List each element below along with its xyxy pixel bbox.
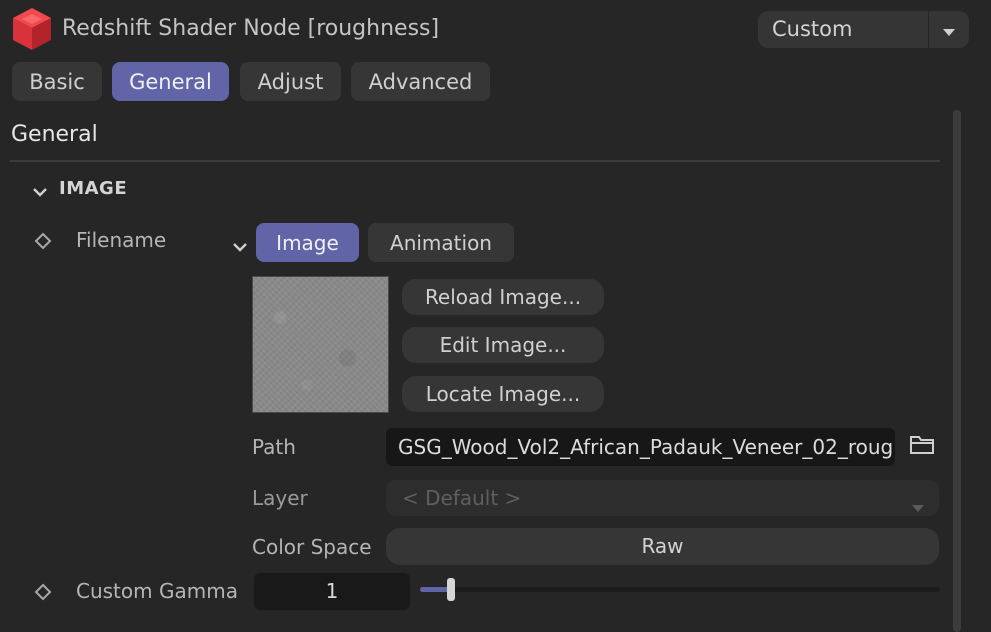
- folder-icon[interactable]: [909, 433, 935, 455]
- tab-animation-mode[interactable]: Animation: [368, 223, 514, 262]
- tab-general[interactable]: General: [112, 62, 229, 101]
- custom-gamma-slider-handle[interactable]: [447, 578, 456, 601]
- locate-image-button[interactable]: Locate Image...: [402, 376, 604, 412]
- group-title-image: IMAGE: [59, 178, 128, 199]
- panel-scrollbar[interactable]: [953, 110, 961, 632]
- custom-gamma-label: Custom Gamma: [76, 579, 238, 603]
- custom-gamma-input[interactable]: 1: [254, 573, 410, 610]
- redshift-cube-icon: [11, 6, 53, 52]
- keyframe-diamond-icon[interactable]: [34, 231, 52, 250]
- path-input[interactable]: GSG_Wood_Vol2_African_Padauk_Veneer_02_r…: [386, 428, 895, 466]
- filename-expand-chevron-icon[interactable]: [232, 234, 248, 252]
- path-label: Path: [252, 435, 296, 459]
- layer-dropdown[interactable]: < Default >: [386, 480, 939, 516]
- filename-label: Filename: [76, 228, 167, 252]
- chevron-down-icon: [942, 18, 956, 42]
- tab-advanced[interactable]: Advanced: [351, 62, 490, 101]
- custom-gamma-slider-track[interactable]: [420, 587, 940, 592]
- edit-image-button[interactable]: Edit Image...: [402, 327, 604, 363]
- group-collapse-chevron-icon[interactable]: [32, 180, 48, 197]
- color-space-label: Color Space: [252, 535, 372, 559]
- tab-image-mode[interactable]: Image: [256, 223, 359, 262]
- section-title: General: [11, 122, 98, 147]
- keyframe-diamond-icon[interactable]: [34, 582, 52, 601]
- texture-thumbnail[interactable]: [252, 276, 389, 413]
- tab-adjust[interactable]: Adjust: [240, 62, 341, 101]
- layer-label: Layer: [252, 486, 308, 510]
- reload-image-button[interactable]: Reload Image...: [402, 279, 604, 315]
- layer-dropdown-arrow-icon: [911, 494, 925, 512]
- preset-dropdown-arrow[interactable]: [929, 11, 969, 48]
- node-title: Redshift Shader Node [roughness]: [62, 16, 440, 41]
- preset-dropdown[interactable]: Custom: [758, 11, 928, 48]
- section-divider: [10, 160, 940, 162]
- color-space-dropdown[interactable]: Raw: [386, 528, 939, 565]
- tab-basic[interactable]: Basic: [12, 62, 102, 101]
